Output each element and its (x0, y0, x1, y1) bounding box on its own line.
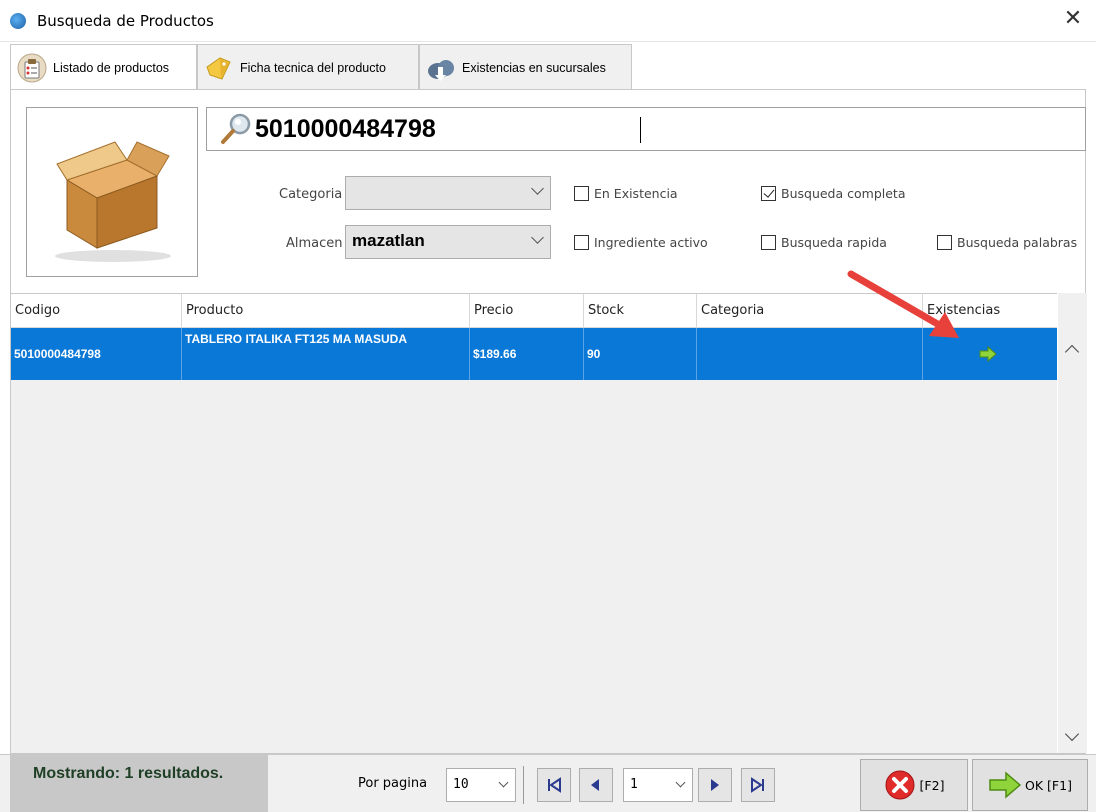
scroll-up-icon[interactable] (1064, 344, 1080, 360)
checkbox-label: En Existencia (594, 186, 678, 201)
checkbox-box (761, 235, 776, 250)
ok-label: OK [F1] (1025, 777, 1072, 793)
checkbox-box (574, 235, 589, 250)
last-page-button[interactable] (741, 768, 775, 802)
text-caret (640, 117, 641, 143)
first-page-button[interactable] (537, 768, 571, 802)
next-page-icon (711, 779, 719, 791)
busqueda-completa-checkbox[interactable]: Busqueda completa (761, 186, 905, 201)
page-value: 1 (630, 777, 638, 792)
divider (523, 766, 524, 804)
categoria-select[interactable] (345, 176, 551, 210)
chevron-down-icon (675, 777, 686, 788)
cancel-button[interactable]: [F2] (860, 759, 968, 811)
clipboard-person-icon (17, 53, 47, 83)
search-input[interactable] (255, 113, 1075, 145)
busqueda-palabras-checkbox[interactable]: Busqueda palabras (937, 235, 1077, 250)
title-bar: Busqueda de Productos ✕ (0, 0, 1096, 42)
cell-stock: 90 (584, 328, 697, 380)
checkbox-label: Busqueda rapida (781, 235, 887, 250)
column-header-codigo[interactable]: Codigo (11, 294, 182, 328)
column-header-precio[interactable]: Precio (470, 294, 584, 328)
vertical-scrollbar[interactable] (1058, 293, 1087, 753)
results-grid: Codigo Producto Precio Stock Categoria E… (11, 270, 1057, 753)
almacen-label: Almacen (286, 236, 343, 251)
ingrediente-activo-checkbox[interactable]: Ingrediente activo (574, 235, 708, 250)
annotation-arrow-icon (847, 270, 959, 338)
checkbox-box (574, 186, 589, 201)
almacen-select[interactable]: mazatlan (345, 225, 551, 259)
cancel-label: [F2] (919, 777, 945, 793)
column-header-stock[interactable]: Stock (584, 294, 697, 328)
tag-icon (204, 53, 234, 83)
listado-panel: Categoria Almacen mazatlan En Existencia… (10, 89, 1087, 754)
checkbox-label: Busqueda palabras (957, 235, 1078, 250)
magnifier-icon (221, 113, 251, 144)
status-area: Mostrando: 1 resultados. (10, 755, 268, 812)
column-header-producto[interactable]: Producto (182, 294, 470, 328)
tab-existencias-en-sucursales[interactable]: Existencias en sucursales (419, 44, 632, 90)
results-status: Mostrando: 1 resultados. (33, 765, 224, 782)
tab-listado-de-productos[interactable]: Listado de productos (10, 44, 197, 91)
next-page-button[interactable] (698, 768, 732, 802)
chevron-down-icon (498, 777, 509, 788)
window-title: Busqueda de Productos (37, 12, 214, 30)
checkbox-box (937, 235, 952, 250)
per-page-select[interactable]: 10 (446, 768, 516, 802)
per-page-value: 10 (453, 777, 469, 792)
previous-page-icon (591, 779, 599, 791)
search-box[interactable] (206, 107, 1086, 151)
tab-ficha-tecnica[interactable]: Ficha tecnica del producto (197, 44, 419, 90)
checkbox-label: Ingrediente activo (594, 235, 708, 250)
cell-codigo: 5010000484798 (11, 328, 182, 380)
en-existencia-checkbox[interactable]: En Existencia (574, 186, 678, 201)
close-button[interactable]: ✕ (1062, 8, 1084, 32)
per-page-label: Por pagina (358, 776, 428, 791)
green-arrow-icon[interactable] (979, 346, 997, 362)
product-image-preview (26, 107, 198, 277)
cancel-x-icon (885, 770, 915, 800)
tab-label: Listado de productos (53, 61, 170, 75)
checkbox-label: Busqueda completa (781, 186, 906, 201)
first-page-icon (548, 777, 561, 793)
page-select[interactable]: 1 (623, 768, 693, 802)
chevron-down-icon (531, 231, 544, 244)
previous-page-button[interactable] (579, 768, 613, 802)
box-icon (55, 141, 171, 262)
cloud-download-icon (426, 53, 456, 83)
categoria-label: Categoria (279, 187, 343, 202)
tab-label: Ficha tecnica del producto (240, 60, 386, 75)
ok-button[interactable]: OK [F1] (972, 759, 1088, 811)
chevron-down-icon (531, 182, 544, 195)
cell-precio: $189.66 (470, 328, 584, 380)
tab-label: Existencias en sucursales (462, 60, 606, 75)
cell-producto: TABLERO ITALIKA FT125 MA MASUDA (182, 328, 470, 380)
scroll-down-icon[interactable] (1064, 726, 1080, 742)
checkbox-box-checked (761, 186, 776, 201)
status-bar: Mostrando: 1 resultados. Por pagina 10 1 (0, 754, 1096, 812)
almacen-value: mazatlan (352, 231, 425, 250)
app-icon (10, 13, 26, 29)
ok-arrow-icon (989, 771, 1022, 799)
busqueda-rapida-checkbox[interactable]: Busqueda rapida (761, 235, 887, 250)
last-page-icon (751, 777, 764, 793)
